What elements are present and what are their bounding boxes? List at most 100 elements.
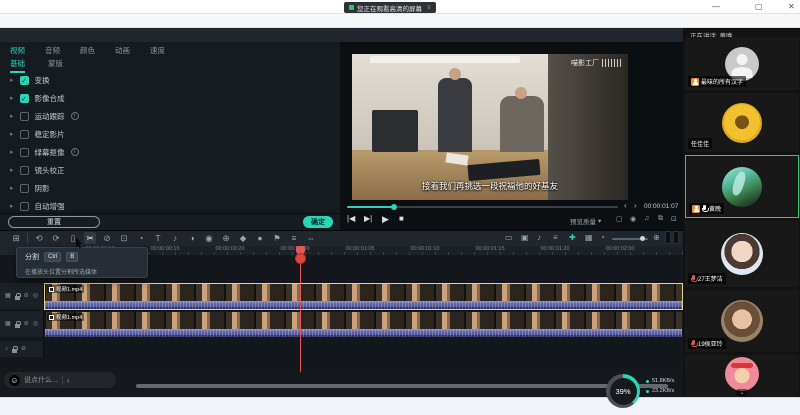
participant-tile-4[interactable]: 27王梦洁: [685, 221, 799, 287]
info-icon[interactable]: [71, 112, 79, 120]
record-icon[interactable]: ●: [254, 232, 266, 244]
split-icon[interactable]: ✂: [84, 232, 96, 244]
prev-frame-button[interactable]: |◀: [347, 214, 355, 223]
participant-tile-5[interactable]: 19侯亚玲: [685, 290, 799, 352]
undo-icon[interactable]: ⟲: [33, 232, 45, 244]
expander-icon[interactable]: ▸: [10, 148, 14, 156]
snapshot-icon[interactable]: ▣: [521, 233, 529, 242]
tab-audio[interactable]: 音频: [45, 45, 60, 56]
screen-share-dot-icon: [349, 5, 354, 10]
motion-track-icon[interactable]: ⊕: [220, 232, 232, 244]
media-panel-icon[interactable]: ⊞: [10, 232, 22, 244]
fullscreen-icon[interactable]: ⊡: [671, 215, 677, 223]
mute-icon[interactable]: ⊘: [24, 293, 29, 299]
meeting-close-button[interactable]: ✕: [788, 2, 795, 11]
participant-tile-6[interactable]: ⌄: [685, 355, 799, 397]
text-icon[interactable]: T: [152, 232, 164, 244]
checkbox-motion-tracking[interactable]: [20, 112, 29, 121]
expander-icon[interactable]: ▸: [10, 76, 14, 84]
snapshot-icon[interactable]: ◉: [630, 215, 636, 223]
expander-icon[interactable]: ▸: [10, 130, 14, 138]
visibility-icon[interactable]: ◎: [33, 293, 38, 299]
lock-icon[interactable]: [15, 296, 20, 300]
step-back-button[interactable]: ‹: [624, 201, 627, 210]
collapse-chat-icon[interactable]: ‹: [67, 376, 70, 385]
tab-animation[interactable]: 动画: [115, 45, 130, 56]
playhead-marker[interactable]: [295, 253, 306, 264]
chroma-key-icon[interactable]: ◉: [203, 232, 215, 244]
step-forward-button[interactable]: ›: [634, 201, 637, 210]
preview-video[interactable]: 喵影工厂 接着我们再挑选一段祝福他的好基友: [352, 54, 628, 200]
lock-icon[interactable]: [12, 349, 17, 353]
adjust-icon[interactable]: ≡: [288, 232, 300, 244]
video-clip-1[interactable]: 视频1.mp4: [45, 284, 682, 309]
visibility-icon[interactable]: ◎: [33, 321, 38, 327]
stop-button[interactable]: ■: [399, 214, 404, 223]
network-quality-badge[interactable]: 39%: [606, 374, 640, 408]
device-icon[interactable]: ▭: [505, 233, 513, 242]
checkbox-transform[interactable]: [20, 76, 29, 85]
banner-menu-icon[interactable]: ≡: [427, 5, 431, 11]
view-toggle-icon[interactable]: [673, 231, 679, 244]
view-toggle-icon[interactable]: [665, 231, 671, 244]
fit-timeline-icon[interactable]: ⊕: [653, 233, 660, 242]
audio-meter-icon[interactable]: ♫: [644, 215, 649, 222]
tab-color[interactable]: 颜色: [80, 45, 95, 56]
checkbox-lens-correction[interactable]: [20, 166, 29, 175]
subtab-mask[interactable]: 蒙版: [48, 58, 63, 69]
participant-tile-3-active-speaker[interactable]: 黄晚: [685, 155, 799, 218]
voiceover-icon[interactable]: ♪: [537, 233, 541, 242]
info-icon[interactable]: [71, 148, 79, 156]
mute-icon[interactable]: ⊘: [24, 321, 29, 327]
crop-icon[interactable]: ⊡: [118, 232, 130, 244]
marker-grid-icon[interactable]: ▦: [585, 233, 593, 242]
keyframe-icon[interactable]: ◆: [237, 232, 249, 244]
play-button[interactable]: ▶: [382, 214, 389, 225]
expander-icon[interactable]: ▸: [10, 184, 14, 192]
mixer-icon[interactable]: ≡: [553, 233, 558, 242]
expander-icon[interactable]: ▸: [10, 94, 14, 102]
track-target-icon[interactable]: ✚: [569, 233, 576, 242]
subtab-basic[interactable]: 基础: [10, 58, 25, 73]
color-icon[interactable]: ◑: [186, 232, 198, 244]
redo-icon[interactable]: ⟳: [50, 232, 62, 244]
tooltip-title: 分割: [25, 252, 39, 262]
lock-icon[interactable]: [15, 324, 20, 328]
participant-label: 27王梦洁: [688, 273, 726, 284]
marker-icon[interactable]: ⚑: [271, 232, 283, 244]
render-icon[interactable]: ◔: [600, 233, 605, 242]
video-clip-2[interactable]: 视频1.mp4: [45, 312, 682, 337]
participant-tile-2[interactable]: 任佳佳: [685, 93, 799, 152]
tab-speed[interactable]: 速度: [150, 45, 165, 56]
collapse-list-icon[interactable]: ⌄: [736, 389, 747, 396]
checkbox-compositing[interactable]: [20, 94, 29, 103]
next-frame-button[interactable]: ▶|: [364, 214, 372, 223]
participant-tile-1[interactable]: 最味的所有汉字: [685, 37, 799, 90]
checkbox-stabilize[interactable]: [20, 130, 29, 139]
checkbox-shadow[interactable]: [20, 184, 29, 193]
expand-icon[interactable]: ⇔: [305, 232, 317, 244]
chat-quick-input[interactable]: ☺ 说点什么... ‹: [4, 372, 116, 388]
confirm-button[interactable]: 确定: [303, 216, 333, 228]
progress-knob[interactable]: [391, 204, 397, 210]
expander-icon[interactable]: ▸: [10, 202, 14, 210]
speed-icon[interactable]: ◔: [135, 232, 147, 244]
checkbox-chroma-key[interactable]: [20, 148, 29, 157]
expander-icon[interactable]: ▸: [10, 166, 14, 174]
checkbox-auto-enhance[interactable]: [20, 202, 29, 211]
meeting-maximize-button[interactable]: ▢: [755, 2, 763, 11]
audio-icon[interactable]: ♪: [169, 232, 181, 244]
zoom-slider-knob[interactable]: [640, 236, 645, 241]
expander-icon[interactable]: ▸: [10, 112, 14, 120]
detach-icon[interactable]: ⧉: [658, 215, 663, 223]
mute-icon[interactable]: ⊘: [21, 346, 26, 352]
tab-video[interactable]: 视频: [10, 45, 25, 56]
meeting-minimize-button[interactable]: —: [712, 2, 720, 11]
preview-progress-bar[interactable]: [347, 206, 618, 208]
timeline-horizontal-scrollbar[interactable]: [136, 384, 668, 388]
split-tooltip: 分割 Ctrl B 在播放头位置分割所选媒体: [16, 247, 148, 278]
trim-icon[interactable]: ⊘: [101, 232, 113, 244]
preview-quality-dropdown[interactable]: 预览质量 ▾: [570, 216, 601, 226]
reset-button[interactable]: 重置: [8, 216, 100, 228]
display-icon[interactable]: ▢: [616, 215, 623, 223]
